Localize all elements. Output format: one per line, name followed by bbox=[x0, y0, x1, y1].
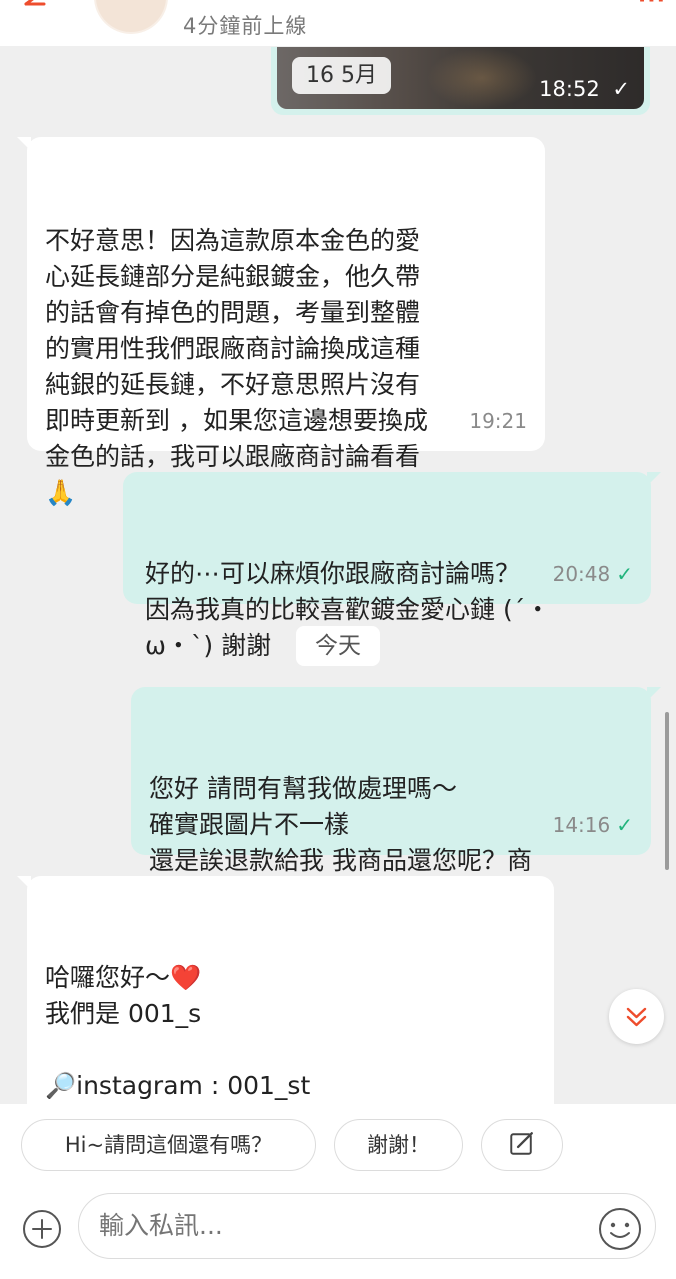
chevron-down-icon bbox=[626, 1007, 647, 1027]
chat-header: 4分鐘前上線 ··· bbox=[0, 0, 676, 46]
avatar[interactable] bbox=[96, 0, 166, 32]
incoming-message[interactable]: 哈囉您好～❤️ 我們是 001_s 🔎instagram : 001_st bbox=[17, 876, 554, 1116]
outgoing-message[interactable]: 好的⋯可以麻煩你跟廠商討論嗎？ 因為我真的比較喜歡鍍金愛心鏈 (´・ ω・`) … bbox=[123, 472, 661, 660]
message-time: 19:21 bbox=[469, 409, 527, 433]
scroll-down-button[interactable] bbox=[609, 989, 664, 1044]
quick-reply-chip[interactable]: 謝謝！ bbox=[334, 1119, 463, 1171]
more-menu-icon[interactable]: ··· bbox=[638, 0, 666, 13]
message-time: 20:48 ✓ bbox=[552, 562, 633, 586]
date-label: 16 5月 bbox=[292, 57, 391, 94]
edit-icon bbox=[510, 1132, 533, 1155]
message-input[interactable] bbox=[99, 1194, 579, 1258]
message-text: 哈囉您好～❤️ 我們是 001_s 🔎instagram : 001_st bbox=[45, 963, 311, 1100]
product-image[interactable]: 16 5月 18:52 ✓ bbox=[277, 47, 644, 109]
outgoing-message[interactable]: 您好 請問有幫我做處理嗎～ 確實跟圖片不一樣 還是誒退款給我 我商品還您呢？商 … bbox=[131, 687, 661, 911]
message-input-wrapper[interactable] bbox=[78, 1193, 656, 1259]
read-check-icon: ✓ bbox=[616, 562, 633, 586]
image-message[interactable]: 16 5月 18:52 ✓ bbox=[271, 47, 650, 115]
message-text: 不好意思！因為這款原本金色的愛 心延長鏈部分是純銀鍍金，他久帶 的話會有掉色的問… bbox=[45, 226, 428, 507]
scrollbar[interactable] bbox=[665, 712, 669, 870]
back-arrow-icon[interactable] bbox=[18, 0, 48, 16]
quick-reply-chip[interactable]: Hi~請問這個還有嗎？ bbox=[21, 1119, 316, 1171]
plus-icon[interactable] bbox=[22, 1209, 62, 1249]
message-time: 18:52 ✓ bbox=[539, 77, 630, 101]
online-status: 4分鐘前上線 bbox=[183, 14, 308, 38]
incoming-message[interactable]: 不好意思！因為這款原本金色的愛 心延長鏈部分是純銀鍍金，他久帶 的話會有掉色的問… bbox=[17, 137, 545, 507]
emoji-icon[interactable] bbox=[597, 1206, 643, 1252]
read-check-icon: ✓ bbox=[616, 813, 633, 837]
day-separator: 今天 bbox=[296, 626, 380, 666]
message-time: 14:16 ✓ bbox=[552, 813, 633, 837]
edit-quick-replies-button[interactable] bbox=[481, 1119, 563, 1171]
